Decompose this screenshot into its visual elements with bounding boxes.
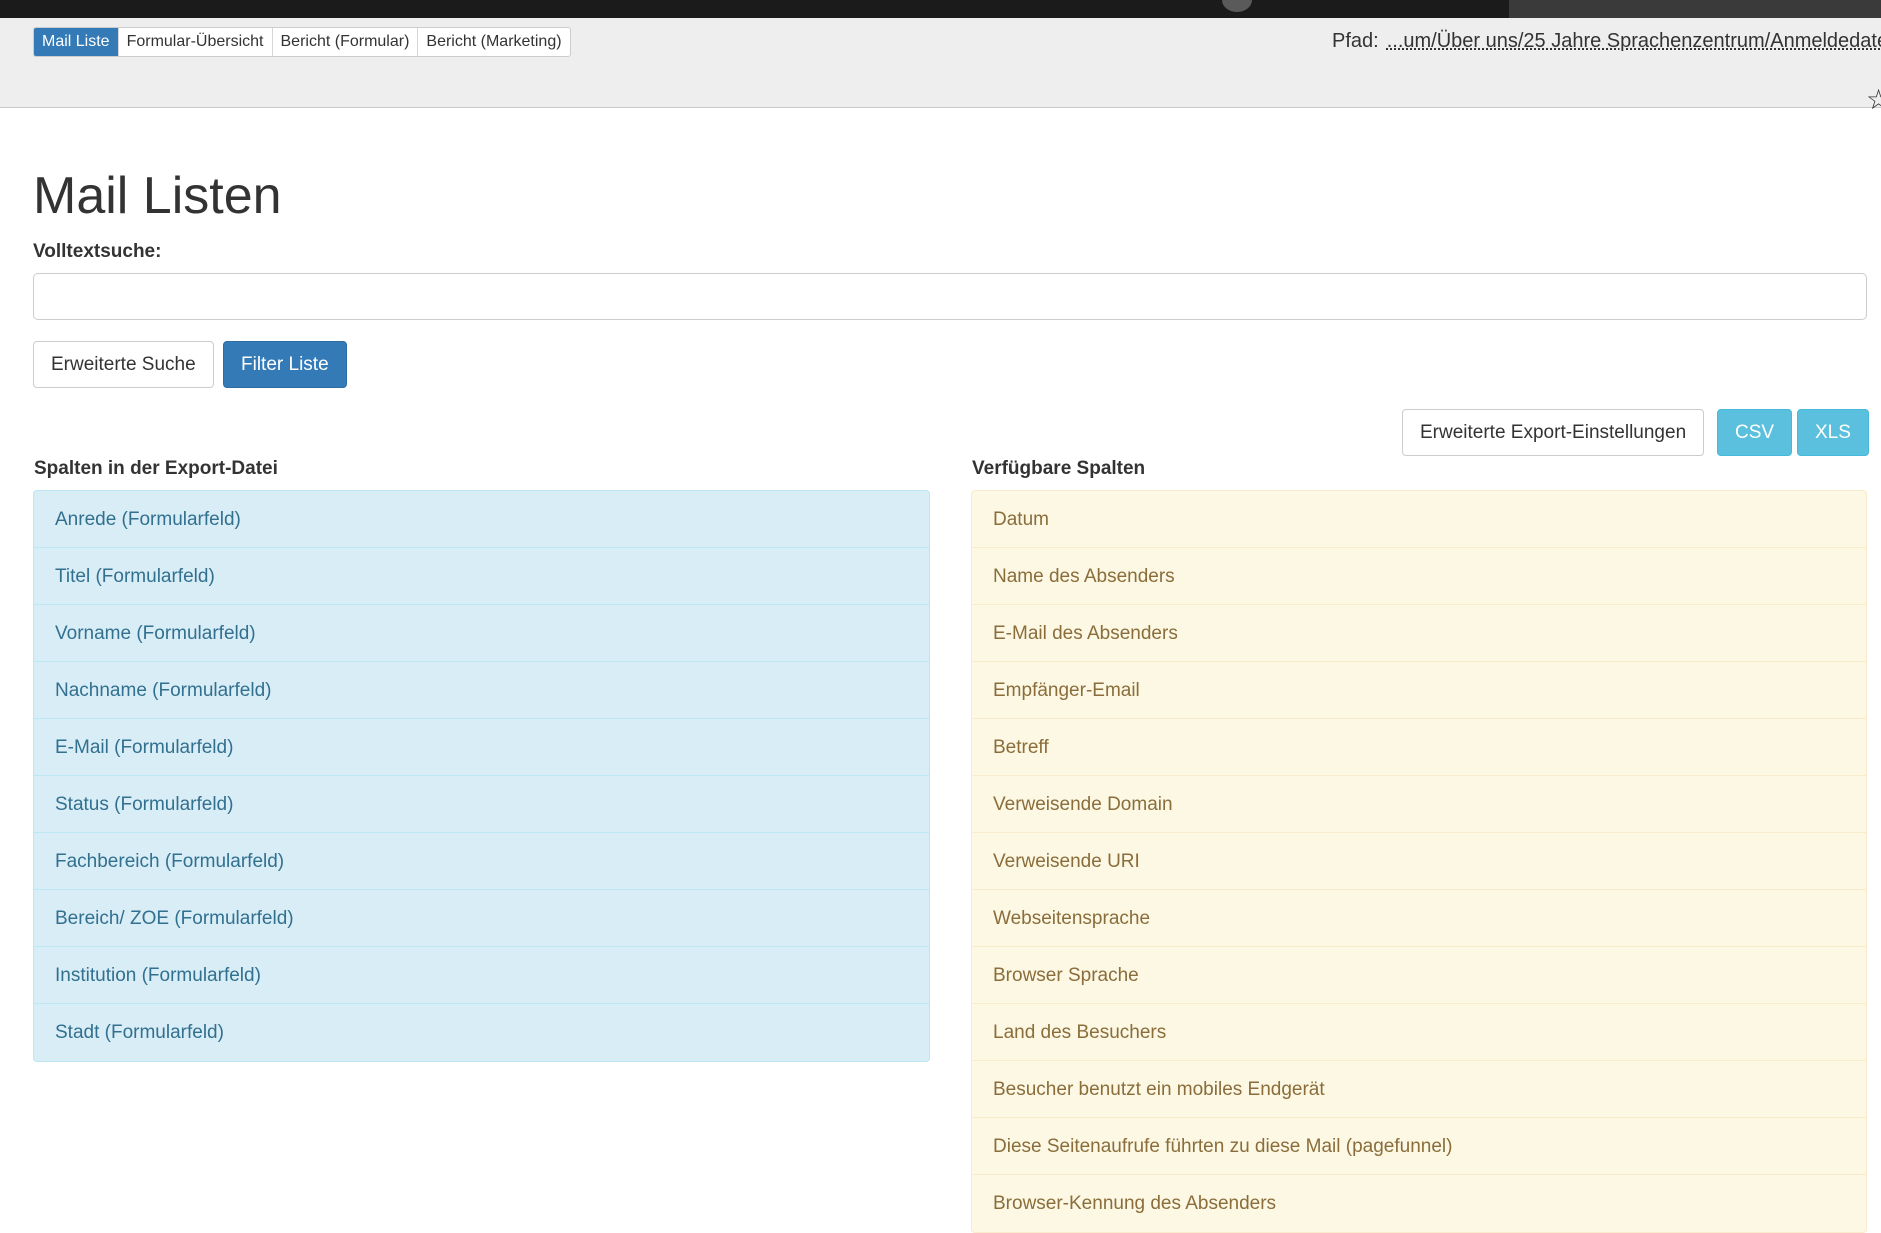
export-column-item[interactable]: Vorname (Formularfeld) — [34, 605, 929, 662]
available-column-item[interactable]: Betreff — [972, 719, 1866, 776]
available-column-item[interactable]: Webseitensprache — [972, 890, 1866, 947]
xls-export-button[interactable]: XLS — [1797, 409, 1869, 456]
export-columns-list: Anrede (Formularfeld) Titel (Formularfel… — [33, 490, 930, 1062]
top-bar-segment — [1509, 0, 1881, 18]
filter-list-button[interactable]: Filter Liste — [223, 341, 347, 388]
advanced-search-button[interactable]: Erweiterte Suche — [33, 341, 214, 388]
csv-export-button[interactable]: CSV — [1717, 409, 1793, 456]
available-column-item[interactable]: Diese Seitenaufrufe führten zu diese Mai… — [972, 1118, 1866, 1175]
export-column-item[interactable]: Institution (Formularfeld) — [34, 947, 929, 1004]
star-outline-icon[interactable]: ☆ — [1866, 86, 1881, 114]
browser-top-bar — [0, 0, 1881, 18]
path-label: Pfad: — [1332, 30, 1379, 52]
available-column-item[interactable]: Verweisende URI — [972, 833, 1866, 890]
available-column-item[interactable]: E-Mail des Absenders — [972, 605, 1866, 662]
available-column-item[interactable]: Verweisende Domain — [972, 776, 1866, 833]
breadcrumb: Pfad: ...um/Über uns/25 Jahre Sprachenzen… — [1332, 30, 1881, 53]
search-label: Volltextsuche: — [33, 241, 162, 262]
available-column-item[interactable]: Name des Absenders — [972, 548, 1866, 605]
tab-mail-liste[interactable]: Mail Liste — [34, 28, 119, 56]
fulltext-search-input[interactable] — [33, 273, 1867, 320]
export-column-item[interactable]: E-Mail (Formularfeld) — [34, 719, 929, 776]
export-column-item[interactable]: Stadt (Formularfeld) — [34, 1004, 929, 1061]
window-control — [1222, 0, 1252, 12]
page-title: Mail Listen — [33, 167, 282, 225]
available-columns-list: Datum Name des Absenders E-Mail des Abse… — [971, 490, 1867, 1233]
export-column-item[interactable]: Titel (Formularfeld) — [34, 548, 929, 605]
available-column-item[interactable]: Browser-Kennung des Absenders — [972, 1175, 1866, 1232]
tab-bericht-marketing[interactable]: Bericht (Marketing) — [418, 28, 569, 56]
path-link[interactable]: ...um/Über uns/25 Jahre Sprachenzentrum/… — [1387, 30, 1881, 52]
export-column-item[interactable]: Status (Formularfeld) — [34, 776, 929, 833]
available-column-item[interactable]: Datum — [972, 491, 1866, 548]
available-columns-title: Verfügbare Spalten — [972, 458, 1146, 479]
available-column-item[interactable]: Besucher benutzt ein mobiles Endgerät — [972, 1061, 1866, 1118]
export-column-item[interactable]: Fachbereich (Formularfeld) — [34, 833, 929, 890]
export-settings-button[interactable]: Erweiterte Export-Einstellungen — [1402, 409, 1705, 456]
available-column-item[interactable]: Empfänger-Email — [972, 662, 1866, 719]
module-toolbar: Mail Liste Formular-Übersicht Bericht (F… — [0, 18, 1881, 114]
export-column-item[interactable]: Bereich/ ZOE (Formularfeld) — [34, 890, 929, 947]
tab-formular-uebersicht[interactable]: Formular-Übersicht — [119, 28, 273, 56]
available-column-item[interactable]: Browser Sprache — [972, 947, 1866, 1004]
available-column-item[interactable]: Land des Besuchers — [972, 1004, 1866, 1061]
export-column-item[interactable]: Nachname (Formularfeld) — [34, 662, 929, 719]
tab-bericht-formular[interactable]: Bericht (Formular) — [273, 28, 419, 56]
export-column-item[interactable]: Anrede (Formularfeld) — [34, 491, 929, 548]
view-tabs: Mail Liste Formular-Übersicht Bericht (F… — [33, 27, 571, 57]
export-columns-title: Spalten in der Export-Datei — [34, 458, 278, 479]
